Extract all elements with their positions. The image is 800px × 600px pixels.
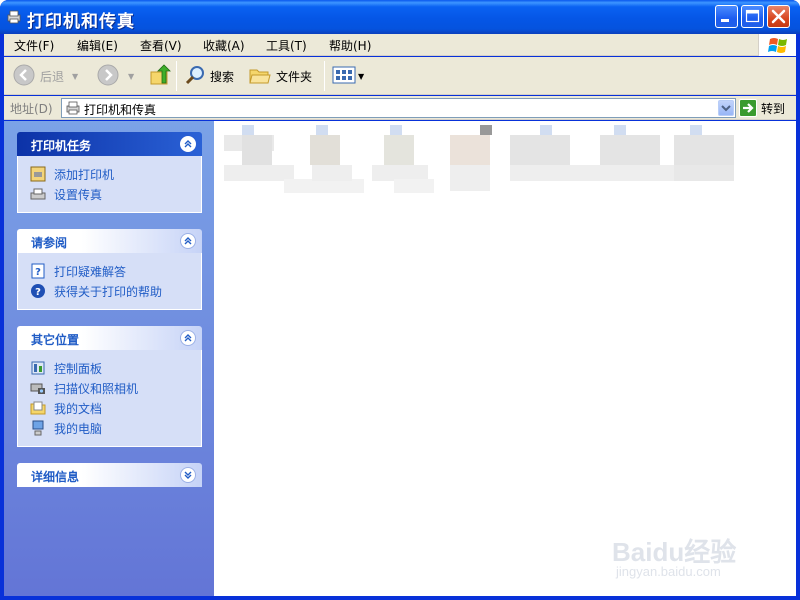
watermark-url: jingyan.baidu.com — [616, 564, 721, 579]
windows-logo-icon — [758, 34, 796, 56]
task-pane: 打印机任务 添加打印机 设置传真 请参阅 ? 打印疑难解答 ? 获得关于打印的帮… — [4, 121, 214, 596]
my-computer-icon — [30, 420, 46, 436]
task-printing-help[interactable]: ? 获得关于打印的帮助 — [30, 281, 201, 301]
panel-title: 其它位置 — [31, 333, 80, 347]
back-button[interactable]: 后退 ▼ — [12, 63, 78, 89]
address-label: 地址(D) — [10, 102, 53, 116]
place-control-panel[interactable]: 控制面板 — [30, 358, 201, 378]
menu-edit[interactable]: 编辑(E) — [77, 37, 118, 54]
views-dropdown-icon[interactable]: ▼ — [358, 72, 364, 81]
folder-icon — [248, 64, 272, 89]
menu-bar: 文件(F) 编辑(E) 查看(V) 收藏(A) 工具(T) 帮助(H) — [4, 34, 796, 56]
folders-button[interactable]: 文件夹 — [248, 63, 312, 89]
task-label: 我的文档 — [54, 401, 103, 416]
scanner-camera-icon — [30, 380, 46, 396]
svg-text:?: ? — [35, 287, 41, 298]
toolbar: 后退 ▼ ▼ 搜索 文件夹 ▼ — [4, 57, 796, 95]
task-label: 打印疑难解答 — [54, 264, 127, 279]
panel-header[interactable]: 其它位置 — [17, 326, 202, 350]
place-my-computer[interactable]: 我的电脑 — [30, 418, 201, 438]
fax-icon — [30, 186, 46, 202]
panel-body: 添加打印机 设置传真 — [17, 156, 202, 213]
explorer-window: 打印机和传真 文件(F) 编辑(E) 查看(V) 收藏(A) 工具(T) 帮助(… — [0, 0, 800, 600]
back-label: 后退 — [40, 69, 65, 84]
printer-fax-icon — [65, 100, 81, 116]
content-area: 打印机任务 添加打印机 设置传真 请参阅 ? 打印疑难解答 ? 获得关于打印的帮… — [4, 121, 796, 596]
file-list-pane[interactable] — [214, 121, 796, 596]
back-arrow-icon — [12, 63, 36, 90]
views-icon — [332, 64, 356, 89]
add-printer-icon — [30, 166, 46, 182]
task-setup-fax[interactable]: 设置传真 — [30, 184, 201, 204]
blurred-printer-items — [224, 121, 744, 195]
back-dropdown-icon[interactable]: ▼ — [72, 72, 78, 81]
task-label: 添加打印机 — [54, 167, 115, 182]
panel-title: 打印机任务 — [31, 139, 92, 153]
task-label: 我的电脑 — [54, 421, 103, 436]
see-also-panel: 请参阅 ? 打印疑难解答 ? 获得关于打印的帮助 — [17, 229, 202, 310]
menu-view[interactable]: 查看(V) — [140, 37, 182, 54]
panel-body: ? 打印疑难解答 ? 获得关于打印的帮助 — [17, 253, 202, 310]
panel-header[interactable]: 详细信息 — [17, 463, 202, 487]
go-label: 转到 — [761, 101, 786, 116]
views-button[interactable]: ▼ — [332, 63, 364, 89]
panel-title: 详细信息 — [31, 470, 80, 484]
details-panel: 详细信息 — [17, 463, 202, 487]
panel-body: 控制面板 扫描仪和照相机 我的文档 我的电脑 — [17, 350, 202, 447]
task-label: 设置传真 — [54, 187, 103, 202]
menu-file[interactable]: 文件(F) — [14, 37, 54, 54]
close-button[interactable] — [767, 5, 790, 28]
place-scanners-cameras[interactable]: 扫描仪和照相机 — [30, 378, 201, 398]
address-dropdown-icon[interactable] — [718, 100, 734, 116]
help-book-icon: ? — [30, 263, 46, 279]
forward-arrow-icon — [96, 63, 120, 90]
address-value: 打印机和传真 — [84, 103, 157, 117]
toolbar-separator — [176, 61, 177, 91]
menu-help[interactable]: 帮助(H) — [329, 37, 371, 54]
maximize-button[interactable] — [741, 5, 764, 28]
up-folder-icon — [148, 63, 172, 90]
printer-fax-icon — [6, 9, 22, 25]
window-title: 打印机和传真 — [27, 12, 135, 32]
control-panel-icon — [30, 360, 46, 376]
panel-header[interactable]: 打印机任务 — [17, 132, 202, 156]
address-input[interactable]: 打印机和传真 — [61, 98, 736, 118]
printer-tasks-panel: 打印机任务 添加打印机 设置传真 — [17, 132, 202, 213]
address-bar: 地址(D) 打印机和传真 转到 — [4, 96, 796, 120]
forward-button[interactable]: ▼ — [96, 63, 134, 89]
panel-title: 请参阅 — [31, 236, 68, 250]
menu-tools[interactable]: 工具(T) — [266, 37, 307, 54]
panel-header[interactable]: 请参阅 — [17, 229, 202, 253]
place-my-documents[interactable]: 我的文档 — [30, 398, 201, 418]
up-folder-button[interactable] — [148, 63, 172, 89]
collapse-icon[interactable] — [180, 330, 196, 346]
collapse-icon[interactable] — [180, 136, 196, 152]
minimize-button[interactable] — [715, 5, 738, 28]
title-bar[interactable]: 打印机和传真 — [0, 0, 800, 34]
task-label: 获得关于打印的帮助 — [54, 284, 163, 299]
task-troubleshoot[interactable]: ? 打印疑难解答 — [30, 261, 201, 281]
my-documents-icon — [30, 400, 46, 416]
svg-text:?: ? — [35, 267, 41, 278]
go-arrow-icon — [739, 99, 757, 117]
folders-label: 文件夹 — [276, 69, 313, 84]
forward-dropdown-icon[interactable]: ▼ — [128, 72, 134, 81]
help-circle-icon: ? — [30, 283, 46, 299]
go-button[interactable]: 转到 — [739, 98, 785, 118]
search-label: 搜索 — [210, 69, 235, 84]
search-icon — [184, 64, 206, 89]
task-label: 扫描仪和照相机 — [54, 381, 139, 396]
expand-icon[interactable] — [180, 467, 196, 483]
menu-favorites[interactable]: 收藏(A) — [203, 37, 245, 54]
collapse-icon[interactable] — [180, 233, 196, 249]
task-add-printer[interactable]: 添加打印机 — [30, 164, 201, 184]
task-label: 控制面板 — [54, 361, 103, 376]
search-button[interactable]: 搜索 — [184, 63, 234, 89]
other-places-panel: 其它位置 控制面板 扫描仪和照相机 我的文档 我的电脑 — [17, 326, 202, 447]
toolbar-separator — [324, 61, 325, 91]
